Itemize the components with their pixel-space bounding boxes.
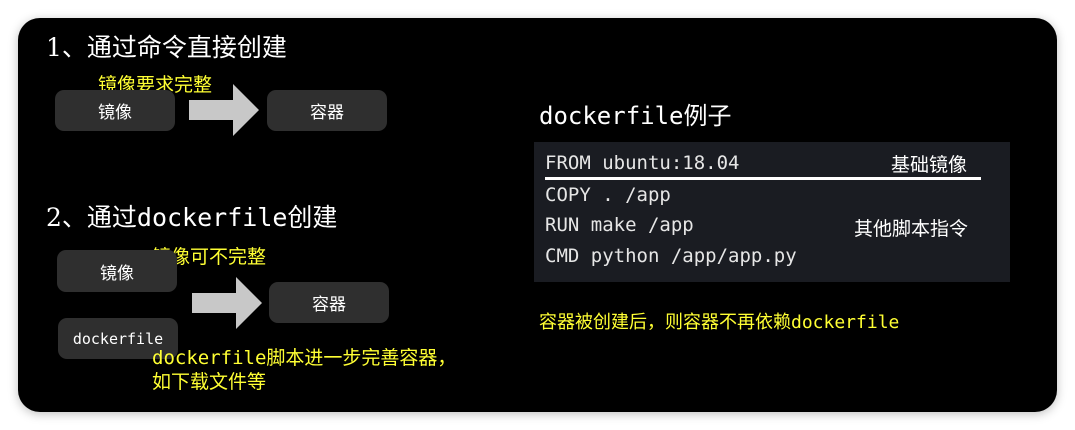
- method2-image-box: 镜像: [57, 250, 177, 292]
- example-footer-prefix: 容器被创建后，则容器不再依赖: [539, 312, 791, 333]
- method1-arrow-icon: [189, 84, 259, 136]
- code-line-from: FROM ubuntu:18.04: [545, 152, 740, 174]
- method2-image-label: 镜像: [100, 263, 134, 284]
- code-panel: FROM ubuntu:18.04 COPY . /app RUN make /…: [534, 142, 1010, 282]
- example-title-rest: 例子: [683, 102, 732, 130]
- example-title: dockerfile例子: [539, 96, 732, 131]
- method2-dockerfile-label: dockerfile: [72, 329, 164, 348]
- method2-caption-mono: dockerfile: [152, 347, 267, 369]
- code-line-cmd: CMD python /app/app.py: [545, 245, 797, 267]
- method1-container-box: 容器: [267, 90, 387, 131]
- method2-caption-line2: 如下载文件等: [152, 371, 267, 393]
- other-scripts-note: 其他脚本指令: [854, 218, 969, 240]
- method2-arrow-icon: [192, 277, 262, 329]
- method1-image-label: 镜像: [98, 103, 132, 123]
- method2-caption-line1: dockerfile脚本进一步完善容器，: [152, 343, 456, 370]
- method1-image-box: 镜像: [55, 90, 175, 131]
- method2-heading: 2、通过dockerfile创建: [46, 198, 337, 234]
- code-line-run: RUN make /app: [545, 214, 694, 236]
- method2-heading-mono: dockerfile: [136, 203, 288, 232]
- method2-heading-suffix: 创建: [287, 203, 338, 232]
- method2-heading-prefix: 2、通过: [46, 203, 137, 232]
- example-footer: 容器被创建后，则容器不再依赖dockerfile: [539, 308, 899, 334]
- method2-container-box: 容器: [269, 282, 389, 323]
- example-footer-mono: dockerfile: [791, 312, 900, 333]
- base-image-underline: [545, 177, 981, 180]
- method1-heading: 1、通过命令直接创建: [46, 33, 287, 62]
- base-image-note: 基础镜像: [891, 154, 968, 176]
- method2-container-label: 容器: [312, 295, 346, 315]
- example-title-mono: dockerfile: [539, 102, 684, 130]
- method2-caption-rest: 脚本进一步完善容器，: [266, 347, 457, 369]
- method1-container-label: 容器: [310, 103, 344, 123]
- slide: 1、通过命令直接创建 镜像要求完整 镜像 容器 2、通过dockerfile创建…: [18, 18, 1057, 412]
- code-line-copy: COPY . /app: [545, 184, 671, 206]
